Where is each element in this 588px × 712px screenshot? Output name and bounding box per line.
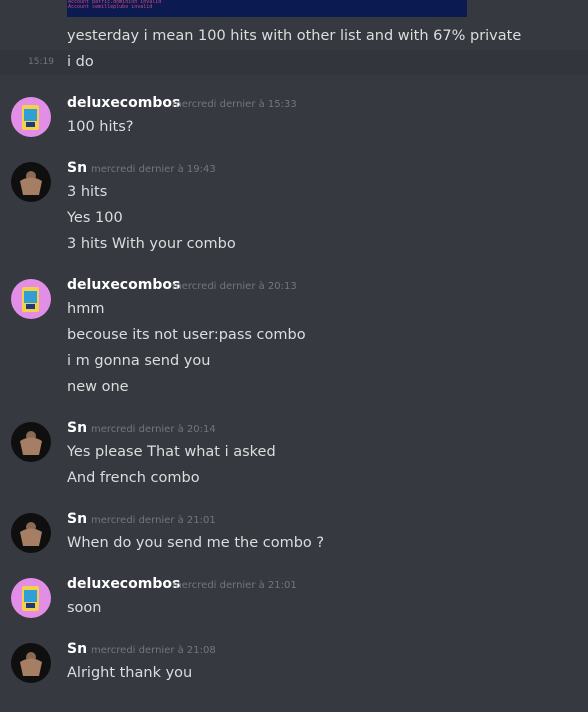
- message-text: i do: [67, 54, 94, 70]
- message-timestamp: mercredi dernier à 20:13: [172, 281, 297, 292]
- embed-line: Account cemilleplubo invalid: [68, 4, 153, 10]
- username[interactable]: Sn: [67, 511, 87, 527]
- avatar-deluxecombos[interactable]: [11, 578, 51, 618]
- avatar-sn[interactable]: [11, 422, 51, 462]
- message-text: new one: [67, 379, 129, 395]
- avatar-image: [20, 171, 42, 195]
- avatar-image: [20, 652, 42, 676]
- embedded-image[interactable]: Account patric.dominion invalid Account …: [67, 0, 467, 17]
- message-text: soon: [67, 600, 102, 616]
- hover-timestamp: 15:19: [28, 57, 54, 67]
- message-timestamp: mercredi dernier à 15:33: [172, 99, 297, 110]
- message-text: 3 hits: [67, 184, 108, 200]
- avatar-image: [22, 105, 39, 130]
- username[interactable]: deluxecombos: [67, 576, 180, 592]
- username[interactable]: Sn: [67, 641, 87, 657]
- avatar-image: [20, 522, 42, 546]
- message-text: And french combo: [67, 470, 200, 486]
- username[interactable]: Sn: [67, 160, 87, 176]
- message-timestamp: mercredi dernier à 19:43: [91, 164, 216, 175]
- message-text: Alright thank you: [67, 665, 193, 681]
- avatar-sn[interactable]: [11, 643, 51, 683]
- message-text: hmm: [67, 301, 105, 317]
- message-text: Yes please That what i asked: [67, 444, 276, 460]
- username[interactable]: deluxecombos: [67, 95, 180, 111]
- message-text: 100 hits?: [67, 119, 134, 135]
- username[interactable]: Sn: [67, 420, 87, 436]
- message-timestamp: mercredi dernier à 21:01: [172, 580, 297, 591]
- avatar-sn[interactable]: [11, 513, 51, 553]
- message-text: i m gonna send you: [67, 353, 211, 369]
- avatar-image: [20, 431, 42, 455]
- avatar-image: [22, 287, 39, 312]
- message-text: Yes 100: [67, 210, 123, 226]
- message-text: 3 hits With your combo: [67, 236, 236, 252]
- message-text: becouse its not user:pass combo: [67, 327, 306, 343]
- avatar-deluxecombos[interactable]: [11, 97, 51, 137]
- avatar-sn[interactable]: [11, 162, 51, 202]
- avatar-image: [22, 586, 39, 611]
- message-timestamp: mercredi dernier à 21:01: [91, 515, 216, 526]
- username[interactable]: deluxecombos: [67, 277, 180, 293]
- message-text: yesterday i mean 100 hits with other lis…: [67, 28, 522, 44]
- message-text: When do you send me the combo ?: [67, 535, 325, 551]
- message-timestamp: mercredi dernier à 21:08: [91, 645, 216, 656]
- message-timestamp: mercredi dernier à 20:14: [91, 424, 216, 435]
- avatar-deluxecombos[interactable]: [11, 279, 51, 319]
